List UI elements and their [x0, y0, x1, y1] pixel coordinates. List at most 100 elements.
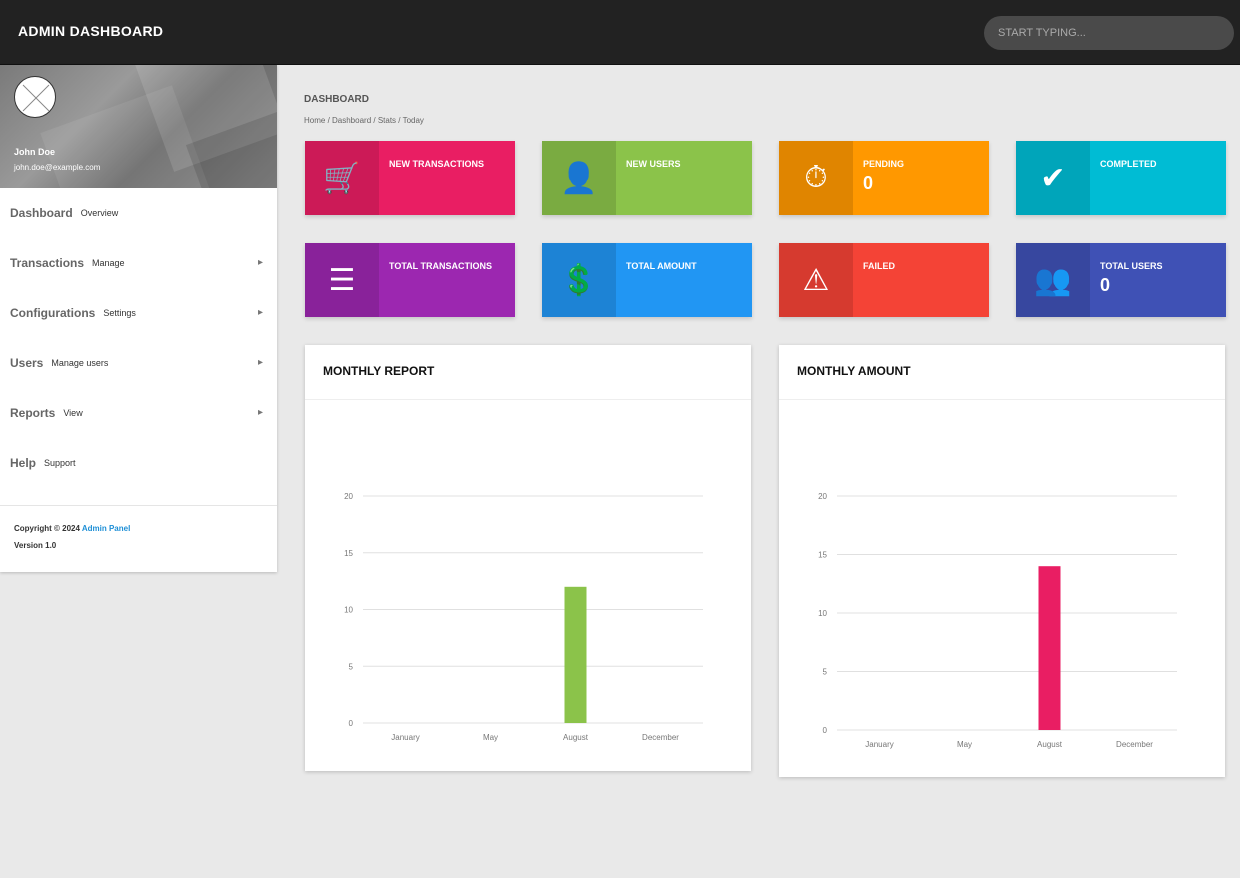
info-box[interactable]: 💲 TOTAL AMOUNT [542, 243, 752, 317]
sidebar-item-transactions[interactable]: Transactions Manage ▸ [0, 238, 277, 288]
sidebar-item-help[interactable]: Help Support [0, 438, 277, 488]
y-tick-label: 5 [349, 662, 354, 671]
info-box-number: 0 [863, 173, 874, 193]
sidebar-item-users[interactable]: Users Manage users ▸ [0, 338, 277, 388]
info-box-text: NEW TRANSACTIONS [389, 159, 484, 169]
info-box-text: TOTAL AMOUNT [626, 261, 697, 271]
y-tick-label: 15 [344, 549, 353, 558]
info-box[interactable]: 🛒 NEW TRANSACTIONS [305, 141, 515, 215]
card-header: MONTHLY REPORT [305, 345, 751, 400]
sidebar-item-label: Transactions [10, 256, 85, 270]
info-box-text: FAILED [863, 261, 896, 271]
sidebar-item-label: Reports [10, 406, 56, 420]
sidebar-item-sublabel: Settings [103, 308, 136, 318]
x-tick-label: December [1116, 740, 1153, 749]
sidebar-item-configurations[interactable]: Configurations Settings ▸ [0, 288, 277, 338]
card-header: MONTHLY AMOUNT [779, 345, 1225, 400]
y-tick-label: 10 [344, 606, 353, 615]
info-box[interactable]: 👥 TOTAL USERS 0 [1016, 243, 1226, 317]
card-title: MONTHLY REPORT [323, 364, 435, 378]
info-box[interactable]: ☰ TOTAL TRANSACTIONS [305, 243, 515, 317]
person-icon: 👤 [542, 141, 616, 215]
copyright-prefix: Copyright © 2024 [14, 524, 80, 533]
info-box-text: TOTAL USERS [1100, 261, 1163, 271]
sidebar-item-label: Users [10, 356, 44, 370]
info-box-content: COMPLETED [1100, 159, 1220, 173]
sidebar-item-dashboard[interactable]: Dashboard Overview [0, 188, 277, 238]
brand-title[interactable]: ADMIN DASHBOARD [18, 23, 163, 39]
breadcrumb: Home / Dashboard / Stats / Today [304, 116, 424, 125]
y-tick-label: 0 [349, 719, 354, 728]
sidebar-item-sublabel: Manage [92, 258, 125, 268]
sidebar-item-reports[interactable]: Reports View ▸ [0, 388, 277, 438]
x-tick-label: January [391, 733, 419, 742]
chevron-right-icon: ▸ [257, 407, 263, 418]
y-tick-label: 15 [818, 551, 827, 560]
sidebar-item-label: Configurations [10, 306, 96, 320]
sidebar-item-label: Dashboard [10, 206, 73, 220]
x-tick-label: December [642, 733, 679, 742]
chart-card-monthly-report: MONTHLY REPORT 0 5 10 15 20 January May August D… [305, 345, 751, 771]
x-tick-label: May [957, 740, 972, 749]
info-box-content: TOTAL AMOUNT [626, 261, 746, 275]
monthly-amount-chart: 0 5 10 15 20 January May August December [818, 492, 1177, 749]
user-email: john.doe@example.com [14, 163, 101, 172]
sidebar-item-sublabel: Support [44, 458, 76, 468]
info-box-number: 0 [1100, 275, 1111, 295]
y-tick-label: 5 [823, 668, 828, 677]
check-icon: ✔ [1016, 141, 1090, 215]
cart-icon: 🛒 [305, 141, 379, 215]
info-box-text: COMPLETED [1100, 159, 1157, 169]
y-tick-label: 20 [344, 492, 353, 501]
chevron-right-icon: ▸ [257, 257, 263, 268]
info-box-content: NEW TRANSACTIONS [389, 159, 509, 173]
copyright-link[interactable]: Admin Panel [82, 524, 130, 533]
info-box-content: TOTAL USERS 0 [1100, 261, 1220, 296]
money-icon: 💲 [542, 243, 616, 317]
y-tick-label: 20 [818, 492, 827, 501]
x-tick-label: August [563, 733, 589, 742]
user-name: John Doe [14, 147, 56, 157]
people-icon: 👥 [1016, 243, 1090, 317]
info-box[interactable]: ✔ COMPLETED [1016, 141, 1226, 215]
bar [1038, 566, 1061, 730]
clock-icon: ⏱ [779, 141, 853, 215]
bar [564, 586, 587, 723]
x-tick-label: May [483, 733, 498, 742]
sidebar-menu: Dashboard Overview Transactions Manage ▸… [0, 188, 277, 488]
copyright-text: Copyright © 2024 Admin Panel [14, 524, 263, 533]
avatar-placeholder-icon [22, 84, 50, 112]
monthly-report-chart: 0 5 10 15 20 January May August December [344, 492, 703, 742]
sidebar-footer: Copyright © 2024 Admin Panel Version 1.0 [0, 505, 277, 572]
x-tick-label: January [865, 740, 893, 749]
avatar[interactable] [14, 76, 56, 118]
info-box[interactable]: ⏱ PENDING 0 [779, 141, 989, 215]
list-icon: ☰ [305, 243, 379, 317]
info-box-text: PENDING [863, 159, 905, 169]
card-title: MONTHLY AMOUNT [797, 364, 911, 378]
info-box-text: NEW USERS [626, 159, 681, 169]
sidebar: John Doe john.doe@example.com Dashboard … [0, 65, 277, 572]
version-text: Version 1.0 [14, 541, 57, 550]
y-tick-label: 0 [823, 726, 828, 735]
warning-icon: ⚠ [779, 243, 853, 317]
page-title: DASHBOARD [304, 94, 369, 105]
top-navbar: ADMIN DASHBOARD [0, 0, 1240, 65]
y-tick-label: 10 [818, 609, 827, 618]
search-input[interactable] [984, 16, 1234, 50]
info-box-content: NEW USERS [626, 159, 746, 173]
chart-card-monthly-amount: MONTHLY AMOUNT 0 5 10 15 20 January May August D… [779, 345, 1225, 777]
user-panel: John Doe john.doe@example.com [0, 65, 277, 188]
info-box-text: TOTAL TRANSACTIONS [389, 261, 492, 271]
sidebar-item-sublabel: View [63, 408, 83, 418]
chevron-right-icon: ▸ [257, 307, 263, 318]
info-box-content: FAILED [863, 261, 983, 275]
sidebar-item-sublabel: Manage users [51, 358, 109, 368]
info-box[interactable]: 👤 NEW USERS [542, 141, 752, 215]
x-tick-label: August [1037, 740, 1063, 749]
chevron-right-icon: ▸ [257, 357, 263, 368]
info-box[interactable]: ⚠ FAILED [779, 243, 989, 317]
info-box-content: TOTAL TRANSACTIONS [389, 261, 509, 275]
sidebar-item-label: Help [10, 456, 37, 470]
info-box-content: PENDING 0 [863, 159, 983, 194]
